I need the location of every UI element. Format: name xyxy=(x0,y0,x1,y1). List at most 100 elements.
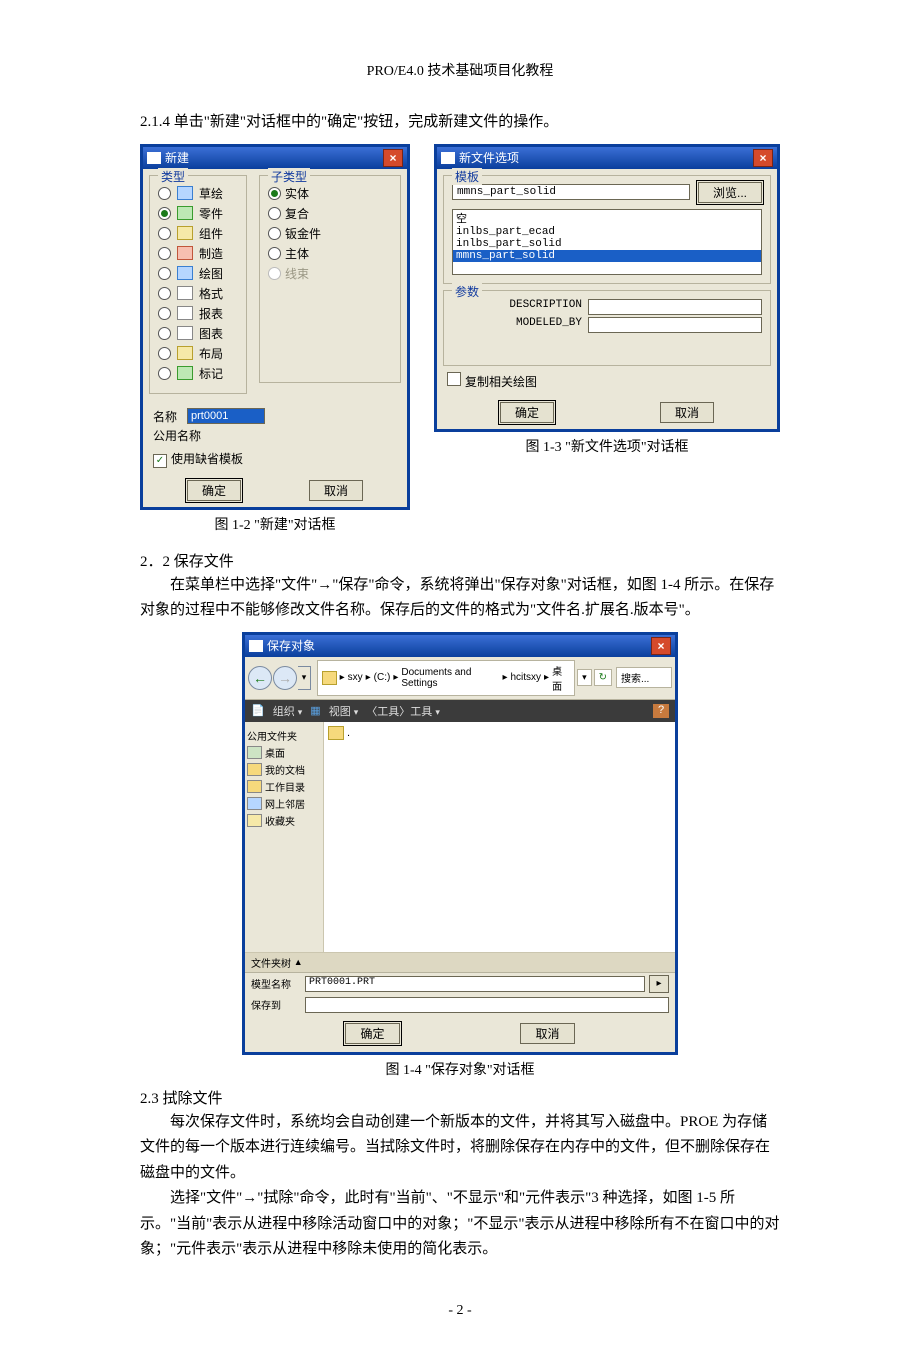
view-menu[interactable]: 视图 ▾ xyxy=(329,703,359,719)
checkbox-icon[interactable] xyxy=(447,372,461,386)
help-icon[interactable]: ? xyxy=(653,704,669,718)
forward-icon: → xyxy=(273,666,297,690)
titlebar: 新建 × xyxy=(143,147,407,169)
folder-tree-header[interactable]: 文件夹树 ▲ xyxy=(245,953,675,973)
body-text: 每次保存文件时，系统均会自动创建一个新版本的文件，并将其写入磁盘中。PROE 为… xyxy=(140,1110,780,1187)
list-item[interactable]: inlbs_part_solid xyxy=(453,238,761,250)
new-file-options-dialog: 新文件选项 × 模板 mmns_part_solid 浏览... 空 inlbs… xyxy=(434,144,780,432)
search-input[interactable]: 搜索... xyxy=(616,667,672,688)
tools-menu[interactable]: 〈工具〉工具 ▾ xyxy=(366,703,440,719)
section-heading: 2.3 拭除文件 xyxy=(140,1087,780,1108)
group-label: 子类型 xyxy=(268,168,310,185)
app-icon xyxy=(249,640,263,652)
type-diagram[interactable]: 图表 xyxy=(158,325,238,342)
refresh-icon[interactable]: ↻ xyxy=(594,669,612,686)
list-item-selected[interactable]: mmns_part_solid xyxy=(453,250,761,262)
dialog-title: 新文件选项 xyxy=(459,149,519,166)
subtype-bulk[interactable]: 主体 xyxy=(268,245,392,262)
name-input[interactable] xyxy=(187,408,265,424)
template-field[interactable]: mmns_part_solid xyxy=(452,184,690,200)
sidebar-item-workdir[interactable]: 工作目录 xyxy=(247,779,321,794)
dialog-title: 新建 xyxy=(165,149,189,166)
figure-caption: 图 1-2 "新建"对话框 xyxy=(140,514,410,534)
folder-icon xyxy=(328,726,344,740)
close-icon[interactable]: × xyxy=(753,149,773,167)
toolbar: 📄 组织 ▾ ▦ 视图 ▾ 〈工具〉工具 ▾ ? xyxy=(245,700,675,722)
sidebar-item-desktop[interactable]: 桌面 xyxy=(247,745,321,760)
body-text: 选择"文件"→"拭除"命令，此时有"当前"、"不显示"和"元件表示"3 种选择，… xyxy=(140,1186,780,1263)
back-icon[interactable]: ← xyxy=(248,666,272,690)
template-list[interactable]: 空 inlbs_part_ecad inlbs_part_solid mmns_… xyxy=(452,209,762,275)
subtype-solid[interactable]: 实体 xyxy=(268,185,392,202)
saveto-input[interactable] xyxy=(305,997,669,1013)
saveto-label: 保存到 xyxy=(251,997,305,1012)
subtype-sheetmetal[interactable]: 钣金件 xyxy=(268,225,392,242)
default-template-row[interactable]: ✓使用缺省模板 xyxy=(153,450,397,468)
template-group: 模板 mmns_part_solid 浏览... 空 inlbs_part_ec… xyxy=(443,175,771,284)
list-item[interactable]: inlbs_part_ecad xyxy=(453,226,761,238)
body-text: 在菜单栏中选择"文件"→"保存"命令，系统将弹出"保存对象"对话框，如图 1-4… xyxy=(140,573,780,624)
type-assembly[interactable]: 组件 xyxy=(158,225,238,242)
subtype-harness: 线束 xyxy=(268,265,392,282)
breadcrumb[interactable]: ▸sxy ▸(C:) ▸Documents and Settings ▸hcit… xyxy=(317,660,575,696)
type-report[interactable]: 报表 xyxy=(158,305,238,322)
organize-menu[interactable]: 组织 ▾ xyxy=(273,703,303,719)
dialog-footer: 文件夹树 ▲ 模型名称 PRT0001.PRT ▸ 保存到 确定 取消 xyxy=(245,952,675,1052)
type-part[interactable]: 零件 xyxy=(158,205,238,222)
button-row: 确定 取消 xyxy=(245,1015,675,1052)
type-format[interactable]: 格式 xyxy=(158,285,238,302)
file-area[interactable]: . xyxy=(324,722,675,952)
param-label: DESCRIPTION xyxy=(452,299,588,315)
dropdown-icon[interactable]: ▾ xyxy=(577,669,592,686)
history-dropdown-icon[interactable]: ▾ xyxy=(298,666,311,690)
type-markup[interactable]: 标记 xyxy=(158,365,238,382)
ok-button[interactable]: 确定 xyxy=(500,402,554,423)
button-row: 确定 取消 xyxy=(143,474,407,507)
param-group: 参数 DESCRIPTION MODELED_BY xyxy=(443,290,771,366)
step-text: 2.1.4 单击"新建"对话框中的"确定"按钮，完成新建文件的操作。 xyxy=(140,110,780,136)
name-row: 名称 xyxy=(153,408,397,425)
dialog-body: 公用文件夹 桌面 我的文档 工作目录 网上邻居 收藏夹 . xyxy=(245,722,675,952)
subtype-group: 子类型 实体 复合 钣金件 主体 线束 xyxy=(259,175,401,383)
saveto-row: 保存到 xyxy=(245,995,675,1015)
sidebar-item-documents[interactable]: 我的文档 xyxy=(247,762,321,777)
folder-icon xyxy=(322,671,337,685)
view-icon: ▦ xyxy=(310,704,320,717)
browse-button[interactable]: 浏览... xyxy=(698,182,762,203)
ok-button[interactable]: 确定 xyxy=(345,1023,399,1044)
type-sketch[interactable]: 草绘 xyxy=(158,185,238,202)
sidebar-item-favorites[interactable]: 收藏夹 xyxy=(247,813,321,828)
param-input[interactable] xyxy=(588,317,762,333)
cancel-button[interactable]: 取消 xyxy=(309,480,363,501)
save-object-dialog: 保存对象 × ← → ▾ ▸sxy ▸(C:) ▸Documents and S… xyxy=(242,632,678,1055)
close-icon[interactable]: × xyxy=(651,637,671,655)
param-row: DESCRIPTION xyxy=(452,299,762,315)
ok-button[interactable]: 确定 xyxy=(187,480,241,501)
param-row: MODELED_BY xyxy=(452,317,762,333)
close-icon[interactable]: × xyxy=(383,149,403,167)
param-label: MODELED_BY xyxy=(452,317,588,333)
sidebar-item-network[interactable]: 网上邻居 xyxy=(247,796,321,811)
type-layout[interactable]: 布局 xyxy=(158,345,238,362)
checkbox-icon[interactable]: ✓ xyxy=(153,454,167,468)
param-input[interactable] xyxy=(588,299,762,315)
subtype-composite[interactable]: 复合 xyxy=(268,205,392,222)
new-dialog: 新建 × 类型 草绘 零件 组件 制造 绘图 格式 报表 图表 xyxy=(140,144,410,510)
organize-icon: 📄 xyxy=(251,704,265,717)
up-folder[interactable]: . xyxy=(328,726,671,740)
copy-drawing-row[interactable]: 复制相关绘图 xyxy=(447,372,767,390)
group-label: 模板 xyxy=(452,168,482,185)
cancel-button[interactable]: 取消 xyxy=(520,1023,574,1044)
type-mfg[interactable]: 制造 xyxy=(158,245,238,262)
button-row: 确定 取消 xyxy=(437,396,777,429)
lookup-icon[interactable]: ▸ xyxy=(649,975,669,993)
page-number: - 2 - xyxy=(140,1303,780,1319)
page-header: PRO/E4.0 技术基础项目化教程 xyxy=(140,60,780,80)
model-name-row: 模型名称 PRT0001.PRT ▸ xyxy=(245,973,675,995)
side-pane: 公用文件夹 桌面 我的文档 工作目录 网上邻居 收藏夹 xyxy=(245,722,324,952)
model-name-input[interactable]: PRT0001.PRT xyxy=(305,976,645,992)
cancel-button[interactable]: 取消 xyxy=(660,402,714,423)
list-item[interactable]: 空 xyxy=(453,210,761,226)
dialog-title: 保存对象 xyxy=(267,637,315,654)
type-drawing[interactable]: 绘图 xyxy=(158,265,238,282)
